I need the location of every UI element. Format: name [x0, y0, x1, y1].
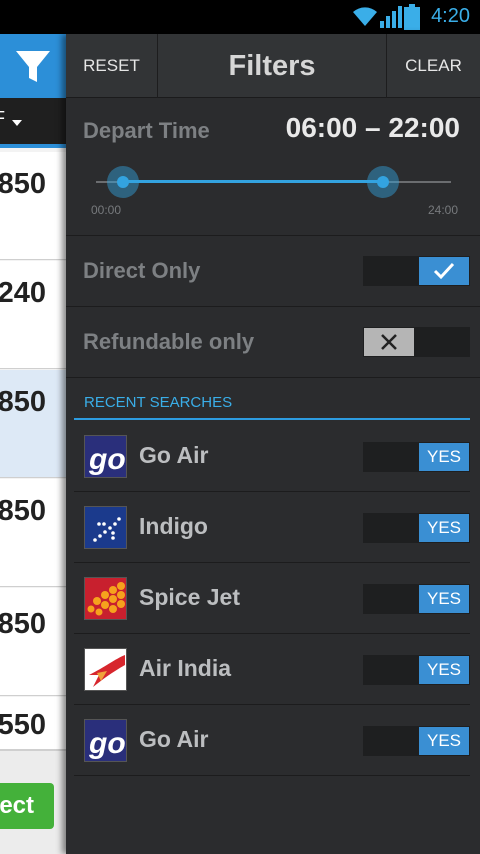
svg-text:go: go — [88, 727, 126, 760]
spicejet-logo — [84, 577, 127, 620]
signal-icon — [380, 6, 402, 28]
direct-only-toggle[interactable] — [363, 256, 470, 286]
page-title: Filters — [228, 50, 316, 82]
direct-only-row: Direct Only — [66, 236, 480, 307]
airline-toggle[interactable]: YES — [363, 513, 470, 543]
toggle-value: YES — [419, 585, 469, 613]
goair-logo: go — [84, 719, 127, 762]
flight-row[interactable]: 850 — [0, 588, 66, 696]
airline-name: Go Air — [139, 442, 209, 468]
chevron-down-icon — [12, 120, 22, 126]
status-bar: 4:20 — [0, 0, 480, 34]
recent-search-item[interactable]: Air India YES — [74, 634, 470, 705]
airline-name: Go Air — [139, 726, 209, 752]
slider-min-label: 00:00 — [91, 203, 122, 217]
check-icon — [419, 257, 469, 285]
airline-toggle[interactable]: YES — [363, 584, 470, 614]
direct-only-label: Direct Only — [83, 258, 201, 283]
airline-toggle[interactable]: YES — [363, 726, 470, 756]
price: 850 — [0, 386, 46, 418]
slider-handle-start[interactable] — [107, 166, 139, 198]
depart-time-label: Depart Time — [83, 118, 210, 143]
slider-handle-end[interactable] — [367, 166, 399, 198]
refundable-only-row: Refundable only — [66, 307, 480, 378]
funnel-icon — [16, 51, 50, 82]
refundable-only-label: Refundable only — [83, 329, 255, 354]
filters-header: RESET Filters CLEAR — [66, 34, 480, 98]
clock: 4:20 — [431, 5, 470, 27]
x-icon — [364, 328, 414, 356]
recent-search-item[interactable]: go Go Air YES — [74, 421, 470, 492]
battery-icon — [404, 4, 420, 30]
filter-button[interactable] — [0, 34, 66, 98]
price: 240 — [0, 277, 46, 309]
goair-logo: go — [84, 435, 127, 478]
airindia-logo — [84, 648, 127, 691]
slider-max-label: 24:00 — [427, 203, 458, 217]
select-button[interactable]: ect — [0, 783, 54, 829]
price: 850 — [0, 495, 46, 527]
toggle-value: YES — [419, 727, 469, 755]
flight-row[interactable]: 550 — [0, 697, 66, 750]
airline-name: Spice Jet — [139, 584, 240, 610]
clear-button[interactable]: CLEAR — [386, 34, 480, 98]
recent-searches-label: RECENT SEARCHES — [84, 394, 233, 411]
airline-name: Indigo — [139, 513, 208, 539]
airline-name: Air India — [139, 655, 232, 681]
sort-bar[interactable]: F — [0, 98, 66, 148]
recent-search-item[interactable]: Spice Jet YES — [74, 563, 470, 634]
select-bar: ect — [0, 750, 66, 854]
recent-searches-header: RECENT SEARCHES — [74, 390, 470, 420]
time-slider-fill — [123, 180, 383, 183]
wifi-icon — [353, 7, 377, 26]
reset-button[interactable]: RESET — [66, 34, 158, 98]
flight-row[interactable]: 850 — [0, 479, 66, 587]
toggle-value: YES — [419, 514, 469, 542]
svg-text:go: go — [88, 443, 126, 476]
indigo-logo — [84, 506, 127, 549]
airline-toggle[interactable]: YES — [363, 442, 470, 472]
flight-row[interactable]: 850 — [0, 152, 66, 260]
depart-time-range: 06:00 – 22:00 — [285, 112, 460, 143]
price: 850 — [0, 608, 46, 640]
recent-search-item[interactable]: go Go Air YES — [74, 705, 470, 776]
price: 850 — [0, 168, 46, 200]
price: 550 — [0, 709, 46, 741]
flight-row[interactable]: 240 — [0, 261, 66, 369]
filters-drawer: RESET Filters CLEAR Depart Time 06:00 – … — [66, 34, 480, 854]
recent-search-item[interactable]: Indigo YES — [74, 492, 470, 563]
flight-list: F 850 240 850 850 850 550 ect — [0, 34, 66, 854]
flight-row-selected[interactable]: 850 — [0, 370, 66, 478]
toggle-value: YES — [419, 443, 469, 471]
airline-toggle[interactable]: YES — [363, 655, 470, 685]
toggle-value: YES — [419, 656, 469, 684]
sort-label: F — [0, 108, 5, 129]
refundable-only-toggle[interactable] — [363, 327, 470, 357]
depart-time-section: Depart Time 06:00 – 22:00 00:00 24:00 — [66, 98, 480, 236]
